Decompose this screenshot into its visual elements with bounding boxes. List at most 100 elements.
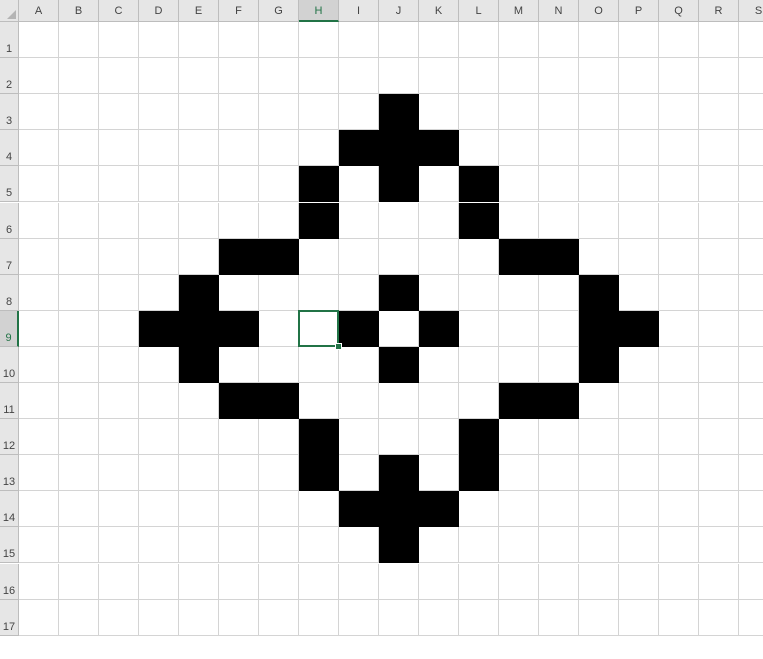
cell-j14[interactable] [379,491,419,528]
cell-j7[interactable] [379,238,419,275]
cell-j9[interactable] [379,310,419,347]
cell-l6[interactable] [459,202,499,239]
cell-h13[interactable] [299,455,339,492]
cell-f5[interactable] [219,166,259,203]
cell-c1[interactable] [99,22,139,59]
column-header-f[interactable]: F [219,0,259,22]
cell-h11[interactable] [299,383,339,420]
cell-c12[interactable] [99,419,139,456]
cell-n17[interactable] [539,599,579,636]
cell-l10[interactable] [459,346,499,383]
cell-d12[interactable] [139,419,179,456]
cell-h17[interactable] [299,599,339,636]
cell-r7[interactable] [699,238,739,275]
cell-a9[interactable] [19,310,59,347]
cell-m7[interactable] [499,238,539,275]
cell-q14[interactable] [659,491,699,528]
column-header-p[interactable]: P [619,0,659,22]
cell-n13[interactable] [539,455,579,492]
cell-o4[interactable] [579,130,619,167]
column-header-r[interactable]: R [699,0,739,22]
cell-h6[interactable] [299,202,339,239]
cell-h8[interactable] [299,274,339,311]
cell-o9[interactable] [579,310,619,347]
row-header-2[interactable]: 2 [0,58,19,95]
cell-l7[interactable] [459,238,499,275]
cell-d17[interactable] [139,599,179,636]
cell-c3[interactable] [99,94,139,131]
cell-p11[interactable] [619,383,659,420]
cell-o8[interactable] [579,274,619,311]
cell-d11[interactable] [139,383,179,420]
cell-r1[interactable] [699,22,739,59]
cell-q16[interactable] [659,563,699,600]
cell-i16[interactable] [339,563,379,600]
cell-b6[interactable] [59,202,99,239]
cell-b1[interactable] [59,22,99,59]
cell-r14[interactable] [699,491,739,528]
cell-j8[interactable] [379,274,419,311]
cell-c15[interactable] [99,527,139,564]
cell-n15[interactable] [539,527,579,564]
cell-j3[interactable] [379,94,419,131]
cell-s11[interactable] [739,383,763,420]
cell-o13[interactable] [579,455,619,492]
cell-j10[interactable] [379,346,419,383]
cell-f3[interactable] [219,94,259,131]
column-header-j[interactable]: J [379,0,419,22]
cell-l1[interactable] [459,22,499,59]
cell-m6[interactable] [499,202,539,239]
column-header-g[interactable]: G [259,0,299,22]
cell-k5[interactable] [419,166,459,203]
cell-l8[interactable] [459,274,499,311]
cell-i5[interactable] [339,166,379,203]
cell-b7[interactable] [59,238,99,275]
cell-g16[interactable] [259,563,299,600]
cell-e12[interactable] [179,419,219,456]
cell-s7[interactable] [739,238,763,275]
cell-q3[interactable] [659,94,699,131]
cell-b12[interactable] [59,419,99,456]
cell-h12[interactable] [299,419,339,456]
column-header-s[interactable]: S [739,0,763,22]
cell-e6[interactable] [179,202,219,239]
cell-f6[interactable] [219,202,259,239]
cell-q1[interactable] [659,22,699,59]
cell-e8[interactable] [179,274,219,311]
column-header-k[interactable]: K [419,0,459,22]
column-header-q[interactable]: Q [659,0,699,22]
column-header-e[interactable]: E [179,0,219,22]
cell-a14[interactable] [19,491,59,528]
cell-c16[interactable] [99,563,139,600]
cell-i3[interactable] [339,94,379,131]
cell-e7[interactable] [179,238,219,275]
cell-m4[interactable] [499,130,539,167]
cell-f4[interactable] [219,130,259,167]
cell-j16[interactable] [379,563,419,600]
cell-h10[interactable] [299,346,339,383]
cell-i8[interactable] [339,274,379,311]
cell-i6[interactable] [339,202,379,239]
cell-n4[interactable] [539,130,579,167]
cell-l4[interactable] [459,130,499,167]
cell-f9[interactable] [219,310,259,347]
cell-k17[interactable] [419,599,459,636]
row-header-8[interactable]: 8 [0,274,19,311]
cell-n16[interactable] [539,563,579,600]
row-header-5[interactable]: 5 [0,166,19,203]
cell-h4[interactable] [299,130,339,167]
cell-n5[interactable] [539,166,579,203]
cell-k8[interactable] [419,274,459,311]
cell-f1[interactable] [219,22,259,59]
cell-n9[interactable] [539,310,579,347]
cell-e9[interactable] [179,310,219,347]
cell-m16[interactable] [499,563,539,600]
cell-c10[interactable] [99,346,139,383]
cell-a8[interactable] [19,274,59,311]
row-header-13[interactable]: 13 [0,455,19,492]
cell-d6[interactable] [139,202,179,239]
cell-h15[interactable] [299,527,339,564]
cell-p4[interactable] [619,130,659,167]
cell-s4[interactable] [739,130,763,167]
cell-b15[interactable] [59,527,99,564]
